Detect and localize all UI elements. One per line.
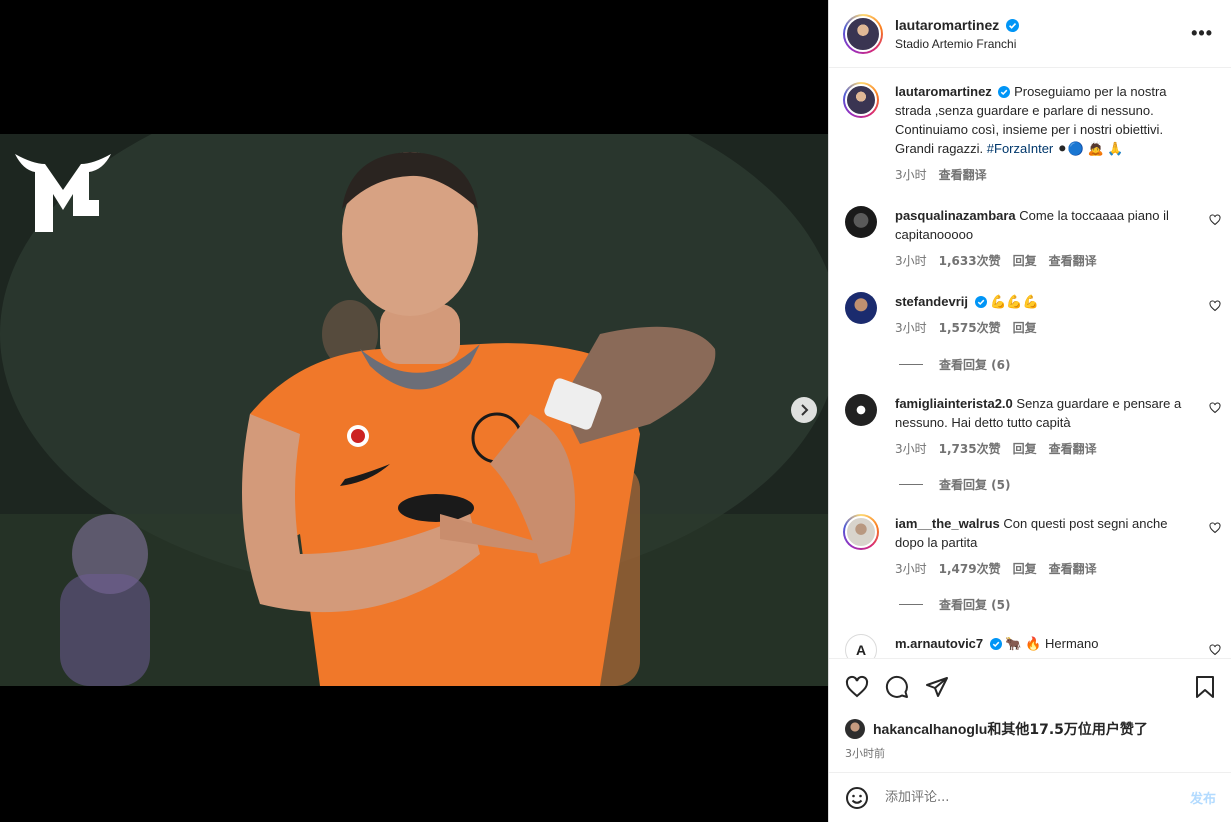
comment-bubble-icon[interactable] xyxy=(885,675,909,699)
commenter-avatar[interactable]: A xyxy=(845,634,877,658)
comment-likes[interactable]: 1,575次赞 xyxy=(939,319,1001,338)
translate-link[interactable]: 查看翻译 xyxy=(1049,560,1097,579)
post-location[interactable]: Stadio Artemio Franchi xyxy=(895,37,1019,51)
view-replies-button[interactable]: 查看回复 (6) xyxy=(899,356,1011,373)
commenter-avatar[interactable] xyxy=(845,394,877,426)
likes-summary[interactable]: hakancalhanoglu 和其他17.5万位用户赞了 xyxy=(845,719,1148,739)
comment-text: 💪💪💪 xyxy=(990,294,1039,309)
author-avatar[interactable] xyxy=(843,13,883,54)
view-replies-button[interactable]: 查看回复 (5) xyxy=(899,476,1011,493)
likes-count-text[interactable]: 和其他17.5万位用户赞了 xyxy=(987,719,1148,739)
comment-item: A m.arnautovic7 🐂 🔥 Hermano xyxy=(843,634,1223,658)
liker-username[interactable]: hakancalhanoglu xyxy=(873,721,987,737)
post-side-panel: lautaromartinez Stadio Artemio Franchi •… xyxy=(828,0,1231,822)
next-slide-button[interactable] xyxy=(791,397,817,423)
caption: lautaromartinez Proseguiamo per la nostr… xyxy=(843,82,1223,185)
chevron-right-icon xyxy=(801,404,809,416)
commenter-avatar[interactable] xyxy=(845,292,877,324)
comment-time[interactable]: 3小时 xyxy=(895,560,927,579)
comment-composer: 发布 xyxy=(829,772,1231,822)
comment-item: pasqualinazambara Come la toccaaaa piano… xyxy=(843,206,1223,271)
caption-avatar[interactable] xyxy=(843,82,879,118)
post-header: lautaromartinez Stadio Artemio Franchi •… xyxy=(829,0,1231,68)
commenter-username[interactable]: stefandevrij xyxy=(895,294,968,309)
caption-time[interactable]: 3小时 xyxy=(895,166,927,185)
view-replies-label: 查看回复 (5) xyxy=(939,598,1011,612)
comment-time[interactable]: 3小时 xyxy=(895,252,927,271)
comment-item: famigliainterista2.0 Senza guardare e pe… xyxy=(843,394,1223,459)
comment-likes[interactable]: 1,479次赞 xyxy=(939,560,1001,579)
like-heart-icon[interactable] xyxy=(845,675,869,699)
commenter-avatar[interactable] xyxy=(845,206,877,238)
reply-link[interactable]: 回复 xyxy=(1013,319,1037,338)
caption-emojis: ⚫🔵 🙇 🙏 xyxy=(1056,141,1124,156)
view-replies-label: 查看回复 (5) xyxy=(939,478,1011,492)
verified-badge-icon xyxy=(974,296,987,308)
more-options-icon[interactable]: ••• xyxy=(1191,24,1213,42)
comment-input[interactable] xyxy=(885,790,1190,805)
bookmark-icon[interactable] xyxy=(1194,675,1216,699)
verified-badge-icon xyxy=(1005,18,1019,32)
like-comment-heart-icon[interactable] xyxy=(1209,522,1221,534)
view-replies-button[interactable]: 查看回复 (5) xyxy=(899,596,1011,613)
comment-likes[interactable]: 1,735次赞 xyxy=(939,440,1001,459)
translate-link[interactable]: 查看翻译 xyxy=(1049,252,1097,271)
commenter-avatar[interactable] xyxy=(843,514,879,550)
like-comment-heart-icon[interactable] xyxy=(1209,300,1221,312)
comment-likes[interactable]: 1,633次赞 xyxy=(939,252,1001,271)
comment-time[interactable]: 3小时 xyxy=(895,440,927,459)
verified-badge-icon xyxy=(998,86,1011,98)
translate-link[interactable]: 查看翻译 xyxy=(939,166,987,185)
comment-time[interactable]: 3小时 xyxy=(895,319,927,338)
post-comment-button[interactable]: 发布 xyxy=(1190,788,1216,807)
reply-link[interactable]: 回复 xyxy=(1013,440,1037,459)
post-actions: hakancalhanoglu 和其他17.5万位用户赞了 3小时前 xyxy=(829,658,1231,772)
comments-list: lautaromartinez Proseguiamo per la nostr… xyxy=(829,68,1231,658)
view-replies-label: 查看回复 (6) xyxy=(939,358,1011,372)
hashtag-link[interactable]: #ForzaInter xyxy=(987,141,1053,156)
commenter-username[interactable]: m.arnautovic7 xyxy=(895,636,983,651)
ml-logo xyxy=(15,154,111,232)
like-comment-heart-icon[interactable] xyxy=(1209,644,1221,656)
commenter-username[interactable]: pasqualinazambara xyxy=(895,208,1016,223)
verified-badge-icon xyxy=(989,638,1002,650)
caption-username[interactable]: lautaromartinez xyxy=(895,84,992,99)
commenter-username[interactable]: iam__the_walrus xyxy=(895,516,1000,531)
emoji-picker-icon[interactable] xyxy=(845,786,869,810)
comment-item: stefandevrij 💪💪💪 3小时 1,575次赞 回复 xyxy=(843,292,1223,338)
share-paper-plane-icon[interactable] xyxy=(925,675,949,699)
post-media xyxy=(0,0,828,822)
player-illustration xyxy=(0,134,828,686)
comment-text: 🐂 🔥 Hermano xyxy=(1005,636,1099,651)
comment-item: iam__the_walrus Con questi post segni an… xyxy=(843,514,1223,579)
like-comment-heart-icon[interactable] xyxy=(1209,214,1221,226)
reply-link[interactable]: 回复 xyxy=(1013,252,1037,271)
commenter-username[interactable]: famigliainterista2.0 xyxy=(895,396,1013,411)
post-timestamp[interactable]: 3小时前 xyxy=(845,745,885,761)
post-photo[interactable] xyxy=(0,134,828,686)
author-username[interactable]: lautaromartinez xyxy=(895,17,999,33)
reply-link[interactable]: 回复 xyxy=(1013,560,1037,579)
translate-link[interactable]: 查看翻译 xyxy=(1049,440,1097,459)
liker-avatar[interactable] xyxy=(845,719,865,739)
like-comment-heart-icon[interactable] xyxy=(1209,402,1221,414)
